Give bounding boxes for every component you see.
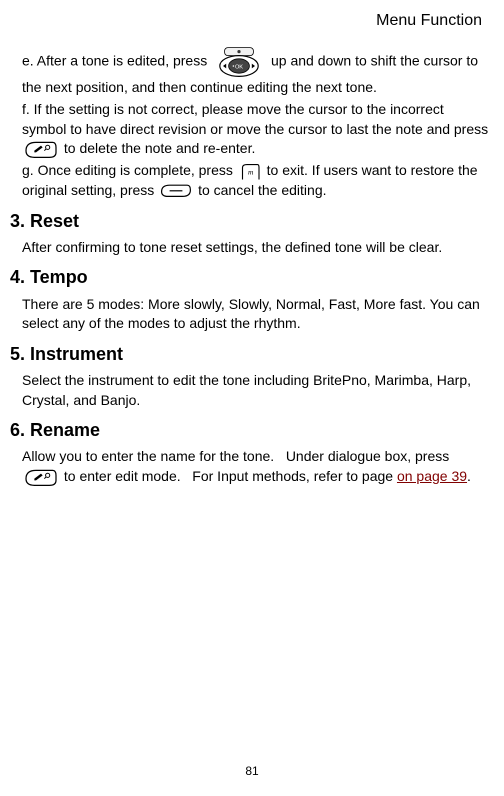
heading-reset: 3. Reset	[8, 209, 496, 234]
text-f-post: to delete the note and re-enter.	[64, 140, 255, 156]
page-link[interactable]: on page 39	[397, 468, 467, 484]
text-e-pre: e. After a tone is edited, press	[22, 53, 211, 69]
editkey-icon	[24, 467, 58, 487]
text-instrument: Select the instrument to edit the tone i…	[22, 371, 490, 410]
heading-rename: 6. Rename	[8, 418, 496, 443]
paragraph-f: f. If the setting is not correct, please…	[22, 100, 490, 159]
page-header: Menu Function	[8, 10, 496, 32]
dpad-ok-icon: OK	[213, 46, 265, 78]
text-reset: After confirming to tone reset settings,…	[22, 238, 490, 258]
text-g-post: to cancel the editing.	[198, 182, 326, 198]
editkey-icon	[24, 139, 58, 159]
paragraph-rename: Allow you to enter the name for the tone…	[22, 447, 490, 487]
text-g-pre: g. Once editing is complete, press	[22, 162, 237, 178]
text-tempo: There are 5 modes: More slowly, Slowly, …	[22, 295, 490, 334]
softkey-icon	[160, 182, 192, 200]
paragraph-g: g. Once editing is complete, press m to …	[22, 161, 490, 200]
text-f-pre: f. If the setting is not correct, please…	[22, 101, 488, 137]
heading-tempo: 4. Tempo	[8, 265, 496, 290]
svg-text:m: m	[248, 167, 254, 176]
heading-instrument: 5. Instrument	[8, 342, 496, 367]
page-number: 81	[0, 763, 504, 780]
text-rename-pre: Allow you to enter the name for the tone…	[22, 448, 449, 464]
svg-text:OK: OK	[235, 65, 243, 71]
text-rename-mid: to enter edit mode. For Input methods, r…	[64, 468, 397, 484]
m-key-icon: m	[239, 163, 261, 181]
paragraph-e: e. After a tone is edited, press OK up a…	[22, 46, 490, 98]
text-rename-post: .	[467, 468, 471, 484]
